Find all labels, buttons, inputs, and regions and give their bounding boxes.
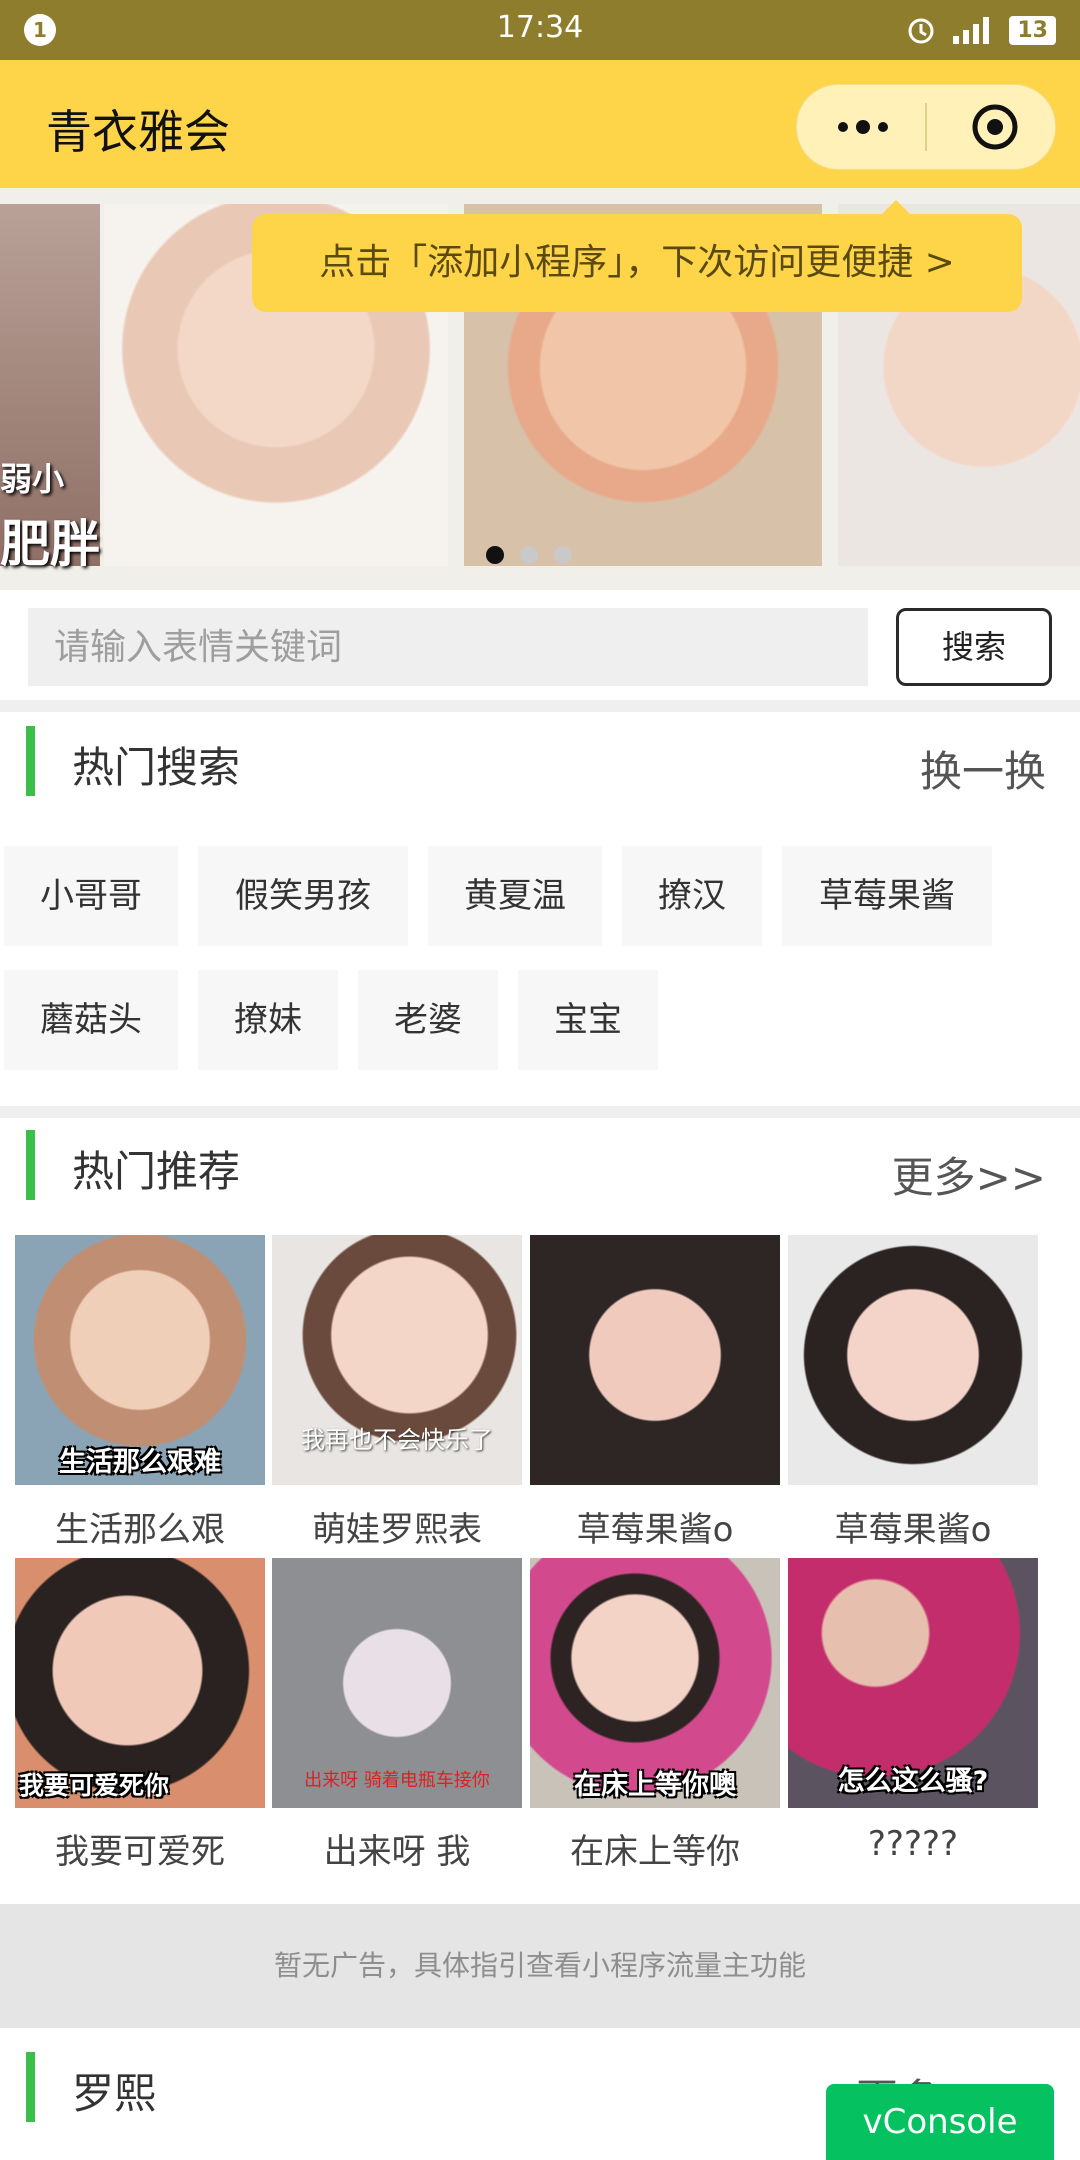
sticker-thumb[interactable]: 我再也不会快乐了: [272, 1235, 522, 1485]
tag-item[interactable]: 老婆: [358, 970, 498, 1070]
battery-icon: 13: [1009, 15, 1056, 45]
tag-item[interactable]: 蘑菇头: [4, 970, 178, 1070]
search-input[interactable]: [28, 608, 868, 686]
tag-item[interactable]: 撩汉: [622, 846, 762, 946]
sticker-label[interactable]: 生活那么艰: [15, 1502, 265, 1551]
refresh-tags-button[interactable]: 换一换: [920, 738, 1046, 799]
more-icon[interactable]: [833, 111, 893, 143]
hot-search-title: 热门搜索: [72, 743, 241, 792]
divider: [0, 700, 1080, 712]
search-button[interactable]: 搜索: [896, 608, 1052, 686]
slide-text: 肥胖: [0, 515, 100, 573]
sticker-label[interactable]: 草莓果酱o: [530, 1502, 780, 1551]
divider: [0, 1106, 1080, 1118]
tag-item[interactable]: 小哥哥: [4, 846, 178, 946]
sticker-thumb[interactable]: [788, 1235, 1038, 1485]
signal-icon: [953, 17, 990, 44]
sticker-caption: 怎么这么骚?: [837, 1766, 989, 1797]
sticker-thumb[interactable]: 我要可爱死你: [15, 1558, 265, 1808]
tag-item[interactable]: 草莓果酱: [782, 846, 992, 946]
sticker-caption: 生活那么艰难: [59, 1447, 221, 1478]
sticker-caption: 我再也不会快乐了: [301, 1426, 493, 1454]
recommend-title: 热门推荐: [72, 1147, 241, 1196]
status-icons: 13: [905, 12, 1056, 48]
section-title: 罗熙: [72, 2069, 157, 2118]
sticker-caption: 出来呀 骑着电瓶车接你: [304, 1770, 490, 1791]
section-accent-bar: [26, 1130, 35, 1200]
banner-slide-1[interactable]: 弱小 肥胖: [0, 204, 100, 573]
tag-item[interactable]: 宝宝: [518, 970, 658, 1070]
tag-item[interactable]: 黄夏温: [428, 846, 602, 946]
status-bar: 1 17:34 13: [0, 0, 1080, 60]
carousel-dot[interactable]: [486, 546, 504, 564]
carousel-dot[interactable]: [554, 546, 572, 564]
alarm-icon: [908, 18, 934, 44]
tag-item[interactable]: 假笑男孩: [198, 846, 408, 946]
close-mini-program-icon[interactable]: [970, 102, 1020, 152]
sticker-thumb[interactable]: [530, 1235, 780, 1485]
sticker-thumb[interactable]: 生活那么艰难: [15, 1235, 265, 1485]
vconsole-button[interactable]: vConsole: [826, 2084, 1054, 2160]
recommend-more-link[interactable]: 更多>>: [892, 1144, 1046, 1205]
sticker-label[interactable]: 我要可爱死: [15, 1824, 265, 1873]
sticker-caption: 我要可爱死你: [19, 1771, 170, 1800]
sticker-label[interactable]: 草莓果酱o: [788, 1502, 1038, 1551]
sticker-caption: 在床上等你噢: [574, 1770, 736, 1801]
sticker-thumb[interactable]: 出来呀 骑着电瓶车接你: [272, 1558, 522, 1808]
carousel-dots: [486, 546, 572, 564]
carousel-dot[interactable]: [520, 546, 538, 564]
sticker-thumb[interactable]: 怎么这么骚?: [788, 1558, 1038, 1808]
sticker-label[interactable]: 萌娃罗熙表: [272, 1502, 522, 1551]
section-accent-bar: [26, 726, 35, 796]
ad-placeholder: 暂无广告，具体指引查看小程序流量主功能: [0, 1904, 1080, 2028]
add-mini-program-tooltip[interactable]: 点击「添加小程序」，下次访问更便捷 >: [252, 200, 1022, 312]
sticker-label[interactable]: 出来呀 我: [272, 1824, 522, 1873]
mini-program-capsule: [796, 84, 1056, 170]
sticker-label[interactable]: ?????: [788, 1824, 1038, 1864]
section-accent-bar: [26, 2052, 35, 2122]
page-title: 青衣雅会: [46, 105, 230, 159]
tag-item[interactable]: 撩妹: [198, 970, 338, 1070]
slide-text: 弱小: [0, 460, 65, 498]
app-header: 青衣雅会: [0, 60, 1080, 188]
sticker-thumb[interactable]: 在床上等你噢: [530, 1558, 780, 1808]
sticker-label[interactable]: 在床上等你: [530, 1824, 780, 1873]
capsule-divider: [925, 103, 927, 151]
